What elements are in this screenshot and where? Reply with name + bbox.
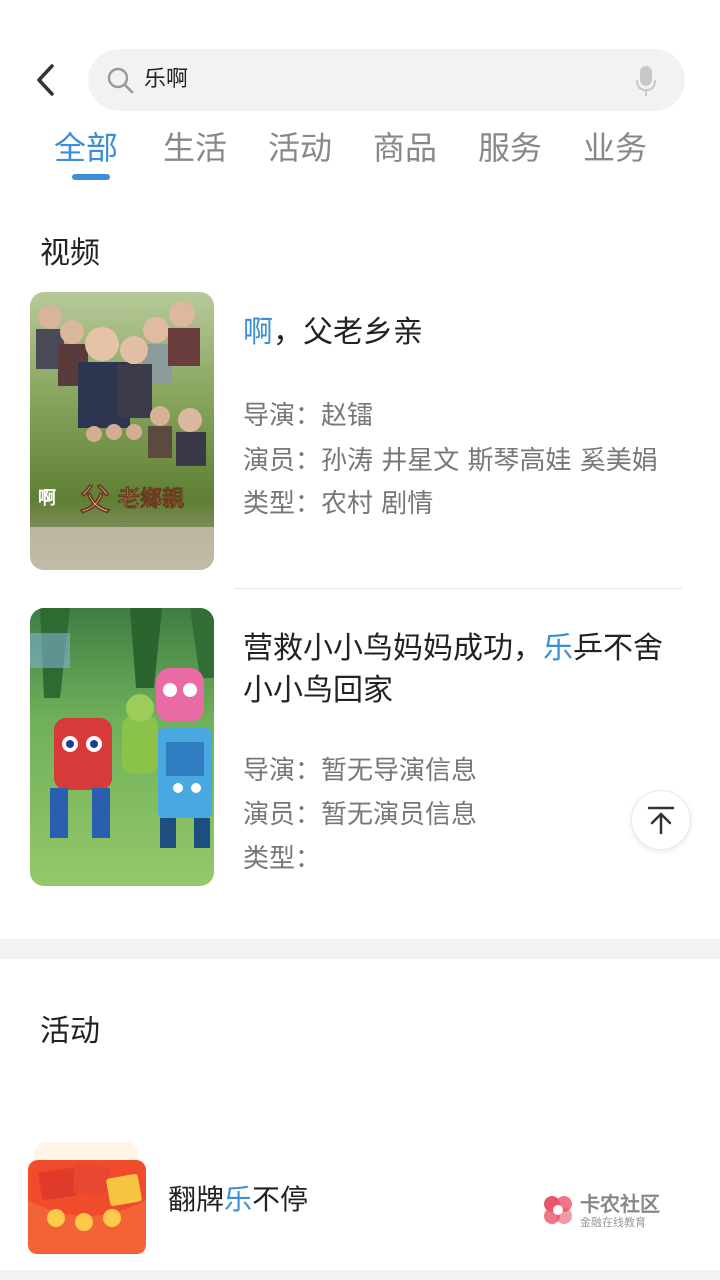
tab-all[interactable]: 全部 [54, 124, 118, 172]
search-query-text: 乐啊 [144, 67, 189, 92]
red-envelope-icon [28, 1142, 146, 1254]
back-to-top-button[interactable] [631, 790, 691, 850]
tab-activity[interactable]: 活动 [268, 124, 332, 172]
activity-label-highlight: 乐 [224, 1183, 253, 1216]
watermark-subtitle: 金融在线教育 [580, 1216, 646, 1229]
video-title-highlight: 乐 [543, 631, 573, 666]
activity-label: 翻牌乐不停 [168, 1180, 308, 1220]
section-separator [0, 939, 720, 959]
activity-label-before: 翻牌 [168, 1183, 225, 1216]
video-title: 啊，父老乡亲 [243, 312, 683, 354]
back-button[interactable] [26, 58, 66, 102]
search-input[interactable]: 乐啊 [88, 49, 685, 111]
active-tab-indicator [72, 174, 110, 180]
video-actors: 演员：孙涛 井星文 斯琴高娃 奚美娟 [243, 446, 658, 476]
tab-business[interactable]: 业务 [583, 124, 647, 172]
video-result-item[interactable]: 啊 父 老鄉親 啊，父老乡亲 导演：赵镭 演员：孙涛 井星文 斯琴高娃 奚美娟 … [0, 292, 720, 572]
tab-life[interactable]: 生活 [163, 124, 227, 172]
video-actors: 演员：暂无演员信息 [243, 800, 478, 830]
activity-label-after: 不停 [252, 1183, 309, 1216]
video-genre: 类型：农村 剧情 [243, 489, 434, 519]
svg-text:老鄉親: 老鄉親 [117, 486, 184, 512]
video-title: 营救小小鸟妈妈成功，乐乒不舍小小鸟回家 [243, 628, 683, 712]
search-icon [107, 67, 134, 94]
video-title-highlight: 啊 [243, 315, 273, 350]
watermark: 卡农社区 金融在线教育 [540, 1188, 670, 1234]
tab-goods[interactable]: 商品 [373, 124, 437, 172]
video-section-title: 视频 [40, 236, 100, 271]
bottom-separator [0, 1270, 720, 1280]
video-title-rest: ，父老乡亲 [273, 315, 423, 350]
video-director: 导演：赵镭 [243, 401, 374, 431]
tab-services[interactable]: 服务 [478, 124, 542, 172]
video-title-before: 营救小小鸟妈妈成功， [243, 631, 543, 666]
video-director: 导演：暂无导演信息 [243, 756, 478, 786]
video-poster: 啊 父 老鄉親 [30, 292, 214, 570]
kanong-logo-icon [544, 1196, 572, 1224]
back-to-top-icon [647, 806, 675, 835]
header: 乐啊 [0, 0, 720, 120]
video-result-item[interactable]: 营救小小鸟妈妈成功，乐乒不舍小小鸟回家 导演：暂无导演信息 演员：暂无演员信息 … [0, 608, 720, 888]
video-poster [30, 608, 214, 886]
microphone-icon[interactable] [635, 65, 657, 97]
watermark-title: 卡农社区 [580, 1192, 660, 1216]
activity-section-title: 活动 [40, 1014, 100, 1049]
video-genre: 类型： [243, 844, 322, 874]
item-divider [234, 588, 682, 589]
back-arrow-icon [37, 64, 54, 96]
svg-text:父: 父 [80, 483, 110, 518]
svg-text:啊: 啊 [38, 488, 56, 509]
